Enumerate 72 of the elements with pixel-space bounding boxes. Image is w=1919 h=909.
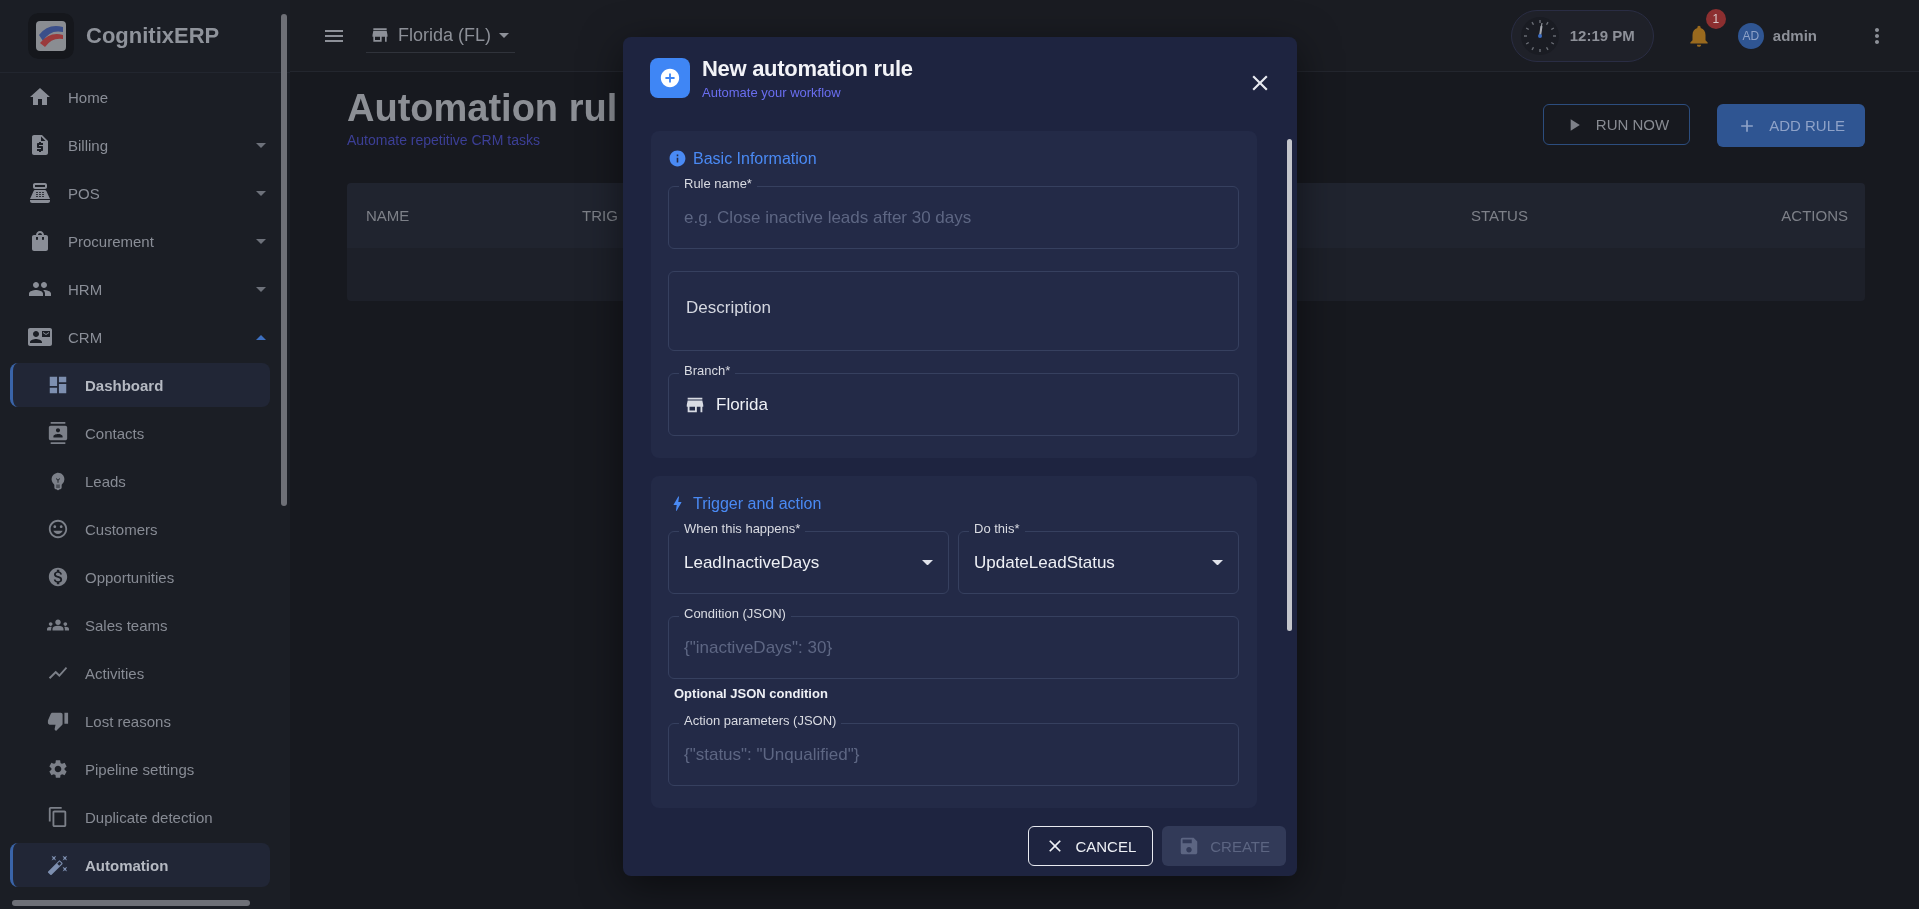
caret-down-icon bbox=[256, 142, 266, 148]
caret-down-icon bbox=[499, 32, 509, 38]
field-label: When this happens* bbox=[679, 521, 806, 536]
field-label: Branch* bbox=[679, 363, 736, 378]
nav-subitem[interactable]: Opportunities bbox=[10, 555, 270, 599]
column-header: TRIG bbox=[582, 207, 618, 224]
field-label: Condition (JSON) bbox=[679, 606, 791, 621]
nav-label: CRM bbox=[68, 328, 103, 346]
clock-icon bbox=[1519, 15, 1560, 56]
nav-item[interactable]: HRM bbox=[0, 265, 270, 313]
nav-subitem[interactable]: Automation bbox=[10, 843, 270, 887]
copy-icon bbox=[47, 806, 69, 828]
brand-name: CognitixERP bbox=[86, 23, 220, 49]
dialog-title: New automation rule bbox=[702, 56, 913, 82]
add-button[interactable]: ADD RULE bbox=[1717, 104, 1865, 147]
nav-subitem[interactable]: Customers bbox=[10, 507, 270, 551]
gear-icon bbox=[47, 758, 69, 780]
field-label: Rule name* bbox=[679, 176, 757, 191]
user-avatar[interactable]: AD bbox=[1737, 22, 1764, 49]
nav-subitem[interactable]: Contacts bbox=[10, 411, 270, 455]
nav-label: POS bbox=[68, 184, 100, 202]
nav-item[interactable]: Billing bbox=[0, 121, 270, 169]
nav-item[interactable]: POS bbox=[0, 169, 270, 217]
user-name: admin bbox=[1772, 27, 1817, 44]
contacts-icon bbox=[47, 422, 69, 444]
caret-down-icon bbox=[256, 238, 266, 244]
branch-select[interactable]: Florida (FL) bbox=[366, 24, 515, 53]
section-heading: Basic Information bbox=[693, 149, 817, 168]
dollar-icon bbox=[47, 566, 69, 588]
contact-card-icon bbox=[28, 325, 52, 349]
nav-item[interactable]: Procurement bbox=[0, 217, 270, 265]
nav-subitem[interactable]: Activities bbox=[10, 651, 270, 695]
helper-text: Optional JSON condition bbox=[674, 686, 829, 701]
nav-label: HRM bbox=[68, 280, 103, 298]
register-icon bbox=[28, 181, 52, 205]
column-header: NAME bbox=[366, 207, 410, 224]
nav-subitem[interactable]: Duplicate detection bbox=[10, 795, 270, 839]
caret-down-icon bbox=[256, 190, 266, 196]
field-label: Do this* bbox=[969, 521, 1025, 536]
nav-subitem[interactable]: Lost reasons bbox=[10, 699, 270, 743]
store-icon bbox=[370, 25, 390, 45]
nav-subitem[interactable]: Dashboard bbox=[10, 363, 270, 407]
dashboard-icon bbox=[47, 374, 69, 396]
thumbs-down-icon bbox=[47, 710, 69, 732]
page-subtitle: Automate repetitive CRM tasks bbox=[347, 132, 541, 148]
nav-label: Procurement bbox=[68, 232, 154, 250]
nav-item[interactable]: CRM bbox=[0, 313, 270, 361]
nav-item[interactable]: Home bbox=[0, 73, 270, 121]
run-button[interactable]: RUN NOW bbox=[1542, 104, 1691, 145]
section-heading: Trigger and action bbox=[693, 494, 822, 513]
magic-wand-icon bbox=[47, 854, 69, 876]
logo-icon bbox=[28, 13, 74, 59]
text-area[interactable]: Description bbox=[668, 271, 1239, 351]
column-header: STATUS bbox=[1471, 207, 1528, 224]
nav-label: Billing bbox=[68, 136, 109, 154]
caret-down-icon bbox=[256, 286, 266, 292]
nav-subitem[interactable]: Leads bbox=[10, 459, 270, 503]
field-label: Action parameters (JSON) bbox=[679, 713, 842, 728]
page-title: Automation rul bbox=[347, 86, 618, 130]
column-header: ACTIONS bbox=[1781, 207, 1848, 224]
nav-subitem[interactable]: Pipeline settings bbox=[10, 747, 270, 791]
dialog-subtitle: Automate your workflow bbox=[702, 85, 842, 100]
clock-time: 12:19 PM bbox=[1569, 27, 1635, 44]
caret-down-icon bbox=[1212, 559, 1223, 566]
notification-count: 1 bbox=[1705, 8, 1726, 29]
nav-subitem[interactable]: Sales teams bbox=[10, 603, 270, 647]
info-icon bbox=[668, 149, 687, 168]
cancel-button[interactable]: CANCEL bbox=[1028, 826, 1154, 866]
caret-down-icon bbox=[922, 559, 933, 566]
caret-up-icon bbox=[256, 334, 266, 340]
smiley-icon bbox=[47, 518, 69, 540]
nav-label: Home bbox=[68, 88, 108, 106]
